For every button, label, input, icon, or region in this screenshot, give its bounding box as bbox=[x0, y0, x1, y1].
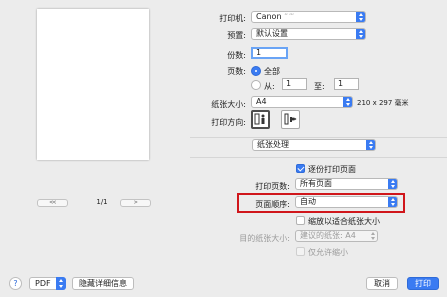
printer-value: Canon bbox=[256, 12, 282, 21]
chevron-down-icon bbox=[56, 277, 66, 290]
preset-select[interactable]: 默认设置 bbox=[251, 28, 366, 40]
pdf-menu-button[interactable]: PDF bbox=[29, 277, 66, 290]
cancel-button[interactable]: 取消 bbox=[366, 277, 398, 290]
chevron-updown-icon bbox=[356, 29, 365, 39]
pages-all-label: 全部 bbox=[264, 67, 280, 76]
printer-model-redacted: ʻʻ ʻʻʻ bbox=[284, 12, 294, 21]
page-order-value: 自动 bbox=[300, 197, 316, 206]
help-button[interactable]: ? bbox=[9, 277, 22, 290]
printer-select[interactable]: Canon ʻʻ ʻʻʻ bbox=[251, 11, 366, 23]
paper-size-label: 纸张大小: bbox=[211, 100, 246, 109]
pages-from-label: 从: bbox=[264, 82, 275, 91]
copies-field[interactable]: 1 bbox=[251, 47, 288, 59]
pages-to-field[interactable]: 1 bbox=[334, 78, 359, 90]
first-page-button[interactable]: << bbox=[37, 199, 68, 207]
paper-size-value: A4 bbox=[256, 97, 267, 106]
scale-to-fit-label: 缩放以适合纸张大小 bbox=[308, 217, 380, 226]
pdf-label: PDF bbox=[35, 279, 51, 288]
portrait-button[interactable] bbox=[251, 110, 270, 129]
section-select[interactable]: 纸张处理 bbox=[252, 139, 376, 151]
pages-range-radio[interactable] bbox=[251, 80, 261, 90]
portrait-icon bbox=[254, 113, 265, 125]
divider bbox=[190, 157, 447, 158]
page-order-label: 页面顺序: bbox=[255, 200, 290, 209]
collate-label: 逐份打印页面 bbox=[308, 165, 356, 174]
page-preview bbox=[37, 9, 149, 160]
preset-label: 预置: bbox=[227, 31, 246, 40]
chevron-updown-icon bbox=[368, 231, 377, 241]
copies-label: 份数: bbox=[227, 51, 246, 60]
next-page-button[interactable]: > bbox=[120, 199, 151, 207]
chevron-updown-icon bbox=[343, 97, 352, 107]
chevron-updown-icon bbox=[388, 179, 397, 189]
orientation-label: 打印方向: bbox=[211, 118, 246, 127]
pages-all-radio[interactable] bbox=[251, 66, 261, 76]
dest-paper-select[interactable]: 建议的纸张: A4 bbox=[295, 230, 378, 242]
pages-label: 页数: bbox=[227, 67, 246, 76]
pages-to-print-value: 所有页面 bbox=[300, 179, 332, 188]
scale-to-fit-checkbox[interactable] bbox=[296, 216, 305, 225]
section-value: 纸张处理 bbox=[257, 140, 289, 149]
print-button[interactable]: 打印 bbox=[407, 277, 439, 290]
landscape-icon bbox=[284, 113, 297, 125]
dest-paper-label: 目的纸张大小: bbox=[239, 234, 290, 243]
divider bbox=[190, 137, 447, 138]
page-indicator: 1/1 bbox=[96, 198, 108, 206]
preset-value: 默认设置 bbox=[256, 29, 288, 38]
scale-down-only-label: 仅允许缩小 bbox=[308, 248, 348, 257]
hide-details-button[interactable]: 隐藏详细信息 bbox=[72, 277, 134, 290]
pages-from-field[interactable]: 1 bbox=[282, 78, 307, 90]
page-order-select[interactable]: 自动 bbox=[295, 196, 398, 208]
printer-label: 打印机: bbox=[219, 14, 246, 23]
scale-down-only-checkbox[interactable] bbox=[296, 247, 305, 256]
chevron-updown-icon bbox=[366, 140, 375, 150]
pages-to-print-select[interactable]: 所有页面 bbox=[295, 178, 398, 190]
collate-checkbox[interactable] bbox=[296, 164, 305, 173]
landscape-button[interactable] bbox=[281, 110, 300, 129]
dest-paper-value: 建议的纸张: A4 bbox=[300, 231, 356, 240]
chevron-updown-icon bbox=[388, 197, 397, 207]
pages-to-print-label: 打印页数: bbox=[255, 182, 290, 191]
chevron-updown-icon bbox=[356, 12, 365, 22]
paper-size-select[interactable]: A4 bbox=[251, 96, 353, 108]
paper-dimensions: 210 x 297 毫米 bbox=[357, 99, 409, 107]
pages-to-label: 至: bbox=[314, 82, 325, 91]
